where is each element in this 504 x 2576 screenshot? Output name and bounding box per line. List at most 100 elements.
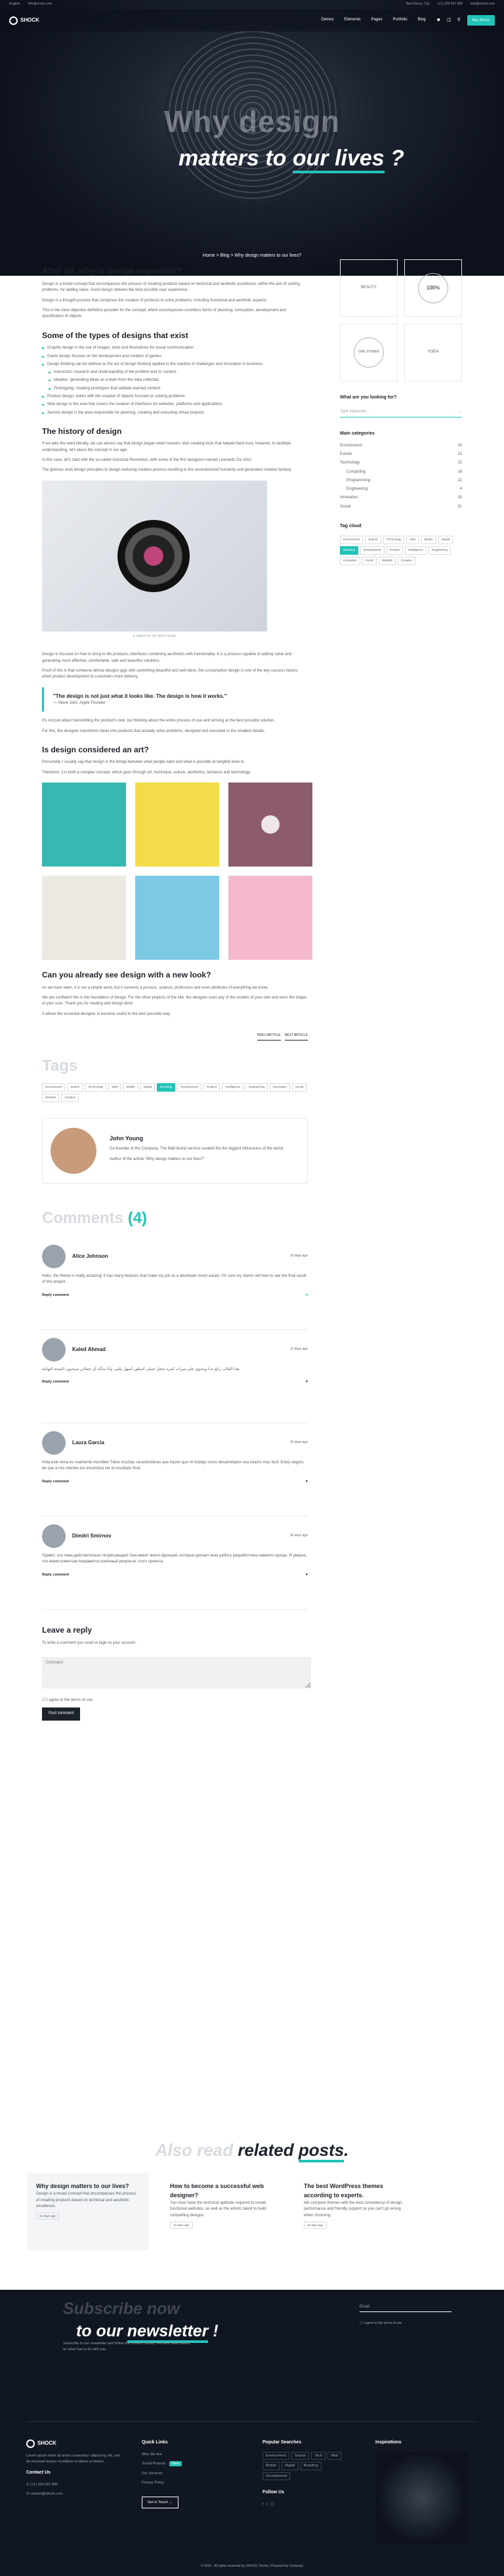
gallery-video[interactable]: [228, 783, 312, 867]
tag[interactable]: Web: [108, 1083, 121, 1092]
tag[interactable]: Digital: [438, 535, 453, 544]
tag[interactable]: Engineering: [428, 546, 451, 555]
category-item[interactable]: Technology 22: [340, 460, 462, 466]
footer-phone[interactable]: ✆ (+1) 234 567 890: [26, 2482, 125, 2488]
tag[interactable]: Search: [67, 1083, 83, 1092]
tag[interactable]: Tech: [311, 2451, 326, 2460]
reply-button[interactable]: Reply comment: [42, 1293, 69, 1299]
cart-icon[interactable]: ◫: [447, 17, 452, 24]
terms-checkbox[interactable]: ☐ I agree to the terms of use: [42, 1698, 308, 1704]
heart-icon[interactable]: ♥: [306, 1379, 308, 1385]
sponsor-logo[interactable]: YOGA: [404, 324, 462, 381]
topbar-phone[interactable]: (+1) 234 567 890: [438, 2, 463, 7]
category-item[interactable]: Social 31: [340, 504, 462, 510]
tag[interactable]: Digital: [282, 2462, 299, 2470]
tag[interactable]: Product: [203, 1083, 220, 1092]
nav-item-elements[interactable]: Elements: [345, 17, 361, 23]
tag[interactable]: Branding: [300, 2462, 322, 2470]
gallery-image[interactable]: [135, 876, 219, 960]
tag[interactable]: Engineering: [245, 1083, 268, 1092]
related-card[interactable]: The best WordPress themes according to e…: [294, 2172, 417, 2252]
category-item[interactable]: Engineering 4: [340, 486, 462, 492]
user-icon[interactable]: ☻: [436, 17, 441, 24]
newsletter-terms-checkbox[interactable]: ☐ I agree to the terms of use: [360, 2321, 402, 2327]
buy-button[interactable]: Buy Shock: [467, 14, 495, 26]
tag[interactable]: Development: [177, 1083, 201, 1092]
topbar-email[interactable]: info@shock.com: [28, 2, 52, 7]
nav-item-demos[interactable]: Demos: [321, 17, 333, 23]
category-item[interactable]: Innovation 18: [340, 495, 462, 501]
topbar-mail[interactable]: info@shock.com: [471, 2, 495, 7]
tag[interactable]: Product: [386, 546, 404, 555]
footer-link[interactable]: Social Projects New: [142, 2461, 227, 2467]
tag[interactable]: Search: [365, 535, 381, 544]
language-select[interactable]: English: [9, 2, 20, 7]
newsletter-email-input[interactable]: Email: [360, 2304, 452, 2312]
footer-logo[interactable]: SHOCK: [26, 2439, 125, 2448]
tag[interactable]: Creative: [398, 556, 415, 565]
gallery-image[interactable]: [42, 783, 126, 867]
tag[interactable]: Website: [42, 1093, 60, 1102]
related-card[interactable]: Why design matters to our lives? Design i…: [26, 2172, 150, 2252]
nav-item-pages[interactable]: Pages: [371, 17, 383, 23]
heart-icon[interactable]: ♥: [306, 1293, 308, 1299]
tag[interactable]: Social: [291, 1083, 307, 1092]
tag[interactable]: Development: [360, 546, 385, 555]
tag[interactable]: Environment: [262, 2451, 289, 2460]
heart-icon[interactable]: ♥: [306, 1572, 308, 1578]
tag[interactable]: Innovation: [340, 556, 360, 565]
gallery-image[interactable]: [42, 876, 126, 960]
search-icon[interactable]: ⚲: [457, 17, 461, 24]
gallery-image[interactable]: [228, 876, 312, 960]
footer-link[interactable]: Who We Are: [142, 2452, 227, 2458]
sponsor-logo[interactable]: 100%: [404, 259, 462, 317]
sponsor-logo[interactable]: BEAUTY: [340, 259, 398, 317]
tag[interactable]: Technology: [85, 1083, 107, 1092]
nav-item-blog[interactable]: Blog: [418, 17, 426, 23]
tag[interactable]: Technology: [383, 535, 405, 544]
tag[interactable]: Environment: [340, 535, 364, 544]
search-input[interactable]: Type keywords... →: [340, 407, 462, 418]
tag[interactable]: Web: [327, 2451, 342, 2460]
nav-item-portfolio[interactable]: Portfolio: [393, 17, 408, 23]
tag[interactable]: Digital: [140, 1083, 156, 1092]
tag[interactable]: Mobile: [262, 2462, 280, 2470]
prev-article-link[interactable]: PREV ARTICLE: [257, 1032, 281, 1041]
heart-icon[interactable]: ♥: [306, 1479, 308, 1485]
inspiration-image[interactable]: [375, 2451, 467, 2544]
tag-active[interactable]: Branding: [157, 1083, 176, 1092]
tag[interactable]: Innovation: [270, 1083, 290, 1092]
gallery-image[interactable]: [135, 783, 219, 867]
tag[interactable]: Intelligence: [222, 1083, 244, 1092]
tag[interactable]: Creative: [61, 1093, 79, 1102]
post-comment-button[interactable]: Post comment: [42, 1707, 81, 1721]
instagram-icon[interactable]: ◯: [270, 2502, 274, 2506]
play-icon[interactable]: [261, 815, 280, 834]
comment-textarea[interactable]: [42, 1656, 311, 1688]
reply-button[interactable]: Reply comment: [42, 1479, 69, 1485]
tag-active[interactable]: Branding: [340, 546, 359, 555]
footer-link[interactable]: Privacy Policy: [142, 2480, 227, 2486]
tag[interactable]: Website: [379, 556, 396, 565]
reply-button[interactable]: Reply comment: [42, 1379, 69, 1385]
tag[interactable]: Development: [262, 2472, 291, 2481]
twitter-icon[interactable]: t: [266, 2502, 268, 2506]
site-logo[interactable]: SHOCK: [9, 16, 39, 25]
arrow-right-icon[interactable]: →: [458, 409, 462, 415]
tag[interactable]: Social: [362, 556, 377, 565]
get-in-touch-button[interactable]: Get in Touch →: [142, 2496, 178, 2509]
category-item[interactable]: Events 13: [340, 452, 462, 458]
tag[interactable]: Search: [291, 2451, 310, 2460]
footer-link[interactable]: Our Services: [142, 2471, 227, 2477]
tag[interactable]: Environment: [42, 1083, 66, 1092]
tag[interactable]: Intelligence: [405, 546, 427, 555]
reply-button[interactable]: Reply comment: [42, 1572, 69, 1578]
tag[interactable]: Web: [406, 535, 419, 544]
category-item[interactable]: Computing 16: [340, 469, 462, 475]
related-card[interactable]: How to become a successful web designer?…: [160, 2172, 284, 2252]
footer-email[interactable]: ✉ contact@shock.com: [26, 2491, 125, 2497]
next-article-link[interactable]: NEXT ARTICLE: [284, 1032, 308, 1041]
sponsor-logo[interactable]: GIRL POWER: [340, 324, 398, 381]
facebook-icon[interactable]: f: [262, 2502, 264, 2506]
category-item[interactable]: Environment 20: [340, 443, 462, 449]
